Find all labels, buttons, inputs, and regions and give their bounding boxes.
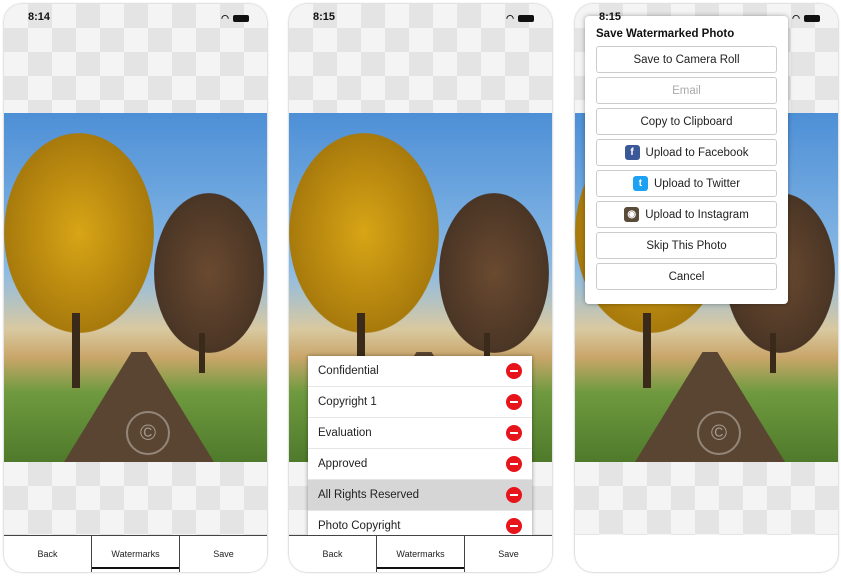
photo: ©	[4, 113, 267, 462]
delete-icon[interactable]	[506, 518, 522, 534]
watermark-item[interactable]: All Rights Reserved	[308, 480, 532, 511]
button-label: Upload to Instagram	[645, 208, 749, 221]
tab-save[interactable]: Save	[465, 536, 552, 572]
watermark-label: Confidential	[318, 365, 379, 377]
delete-icon[interactable]	[506, 363, 522, 379]
phone-screen-3: 8:15 ◠ © Save Watermarked Photo Save to C…	[575, 4, 838, 572]
watermark-list[interactable]: Confidential Copyright 1 Evaluation Approve…	[308, 356, 532, 535]
tab-bar: Back Watermarks Save	[4, 535, 267, 572]
button-label: Upload to Twitter	[653, 177, 741, 190]
watermark-item[interactable]: Approved	[308, 449, 532, 480]
dialog-button[interactable]: Copy to Clipboard	[596, 108, 777, 135]
delete-icon[interactable]	[506, 394, 522, 410]
battery-icon	[804, 14, 820, 22]
instagram-icon: ◉	[624, 207, 640, 222]
delete-icon[interactable]	[506, 425, 522, 441]
status-time: 8:15	[313, 11, 336, 23]
watermark-label: Photo Copyright	[318, 520, 401, 532]
wifi-icon: ◠	[221, 12, 229, 23]
tab-save[interactable]: Save	[180, 536, 267, 572]
watermark-label: Copyright 1	[318, 396, 377, 408]
button-label: Save to Camera Roll	[633, 53, 740, 66]
dialog-button[interactable]: t Upload to Twitter	[596, 170, 777, 197]
dialog-button[interactable]: f Upload to Facebook	[596, 139, 777, 166]
tab-bar: Back Watermarks Save	[289, 535, 552, 572]
watermark-label: All Rights Reserved	[318, 489, 419, 501]
dialog-button[interactable]: Skip This Photo	[596, 232, 777, 259]
delete-icon[interactable]	[506, 487, 522, 503]
dialog-title: Save Watermarked Photo	[596, 28, 735, 40]
watermark-stamp: ©	[126, 411, 170, 455]
button-label: Cancel	[668, 270, 705, 283]
transparent-area	[575, 462, 838, 535]
watermark-label: Evaluation	[318, 427, 372, 439]
transparent-area	[4, 462, 267, 535]
delete-icon[interactable]	[506, 456, 522, 472]
phone-screen-2: 8:15 ◠ © ConfidentialCopyright 1Evaluati…	[289, 4, 552, 572]
twitter-icon: t	[632, 176, 648, 191]
button-label: Copy to Clipboard	[640, 115, 733, 128]
battery-icon	[518, 14, 534, 22]
status-time: 8:15	[599, 11, 622, 23]
status-bar: 8:15 ◠	[599, 11, 820, 25]
tab-back[interactable]: Back	[4, 536, 91, 572]
watermark-label: Approved	[318, 458, 368, 470]
dialog-button[interactable]: ◉ Upload to Instagram	[596, 201, 777, 228]
wifi-icon: ◠	[506, 12, 514, 23]
status-bar: 8:14 ◠	[28, 11, 249, 25]
dialog-button[interactable]: Save to Camera Roll	[596, 46, 777, 73]
watermark-item[interactable]: Copyright 1	[308, 387, 532, 418]
watermark-item[interactable]: Photo Copyright	[308, 511, 532, 535]
dialog-button[interactable]: Cancel	[596, 263, 777, 290]
tab-back[interactable]: Back	[289, 536, 376, 572]
button-label: Skip This Photo	[646, 239, 727, 252]
watermark-item[interactable]: Evaluation	[308, 418, 532, 449]
battery-icon	[233, 14, 249, 22]
watermark-stamp: ©	[697, 411, 741, 455]
watermark-item[interactable]: Confidential	[308, 356, 532, 387]
wifi-icon: ◠	[792, 12, 800, 23]
button-label: Email	[672, 84, 701, 97]
status-bar: 8:15 ◠	[313, 11, 534, 25]
tab-watermarks[interactable]: Watermarks	[91, 536, 180, 572]
tab-watermarks[interactable]: Watermarks	[376, 536, 465, 572]
save-dialog: Save Watermarked Photo Save to Camera Rol…	[585, 16, 788, 304]
phone-screen-1: 8:14 ◠ © Back Watermarks Save	[4, 4, 267, 572]
button-label: Upload to Facebook	[645, 146, 749, 159]
dialog-button[interactable]: Email	[596, 77, 777, 104]
status-time: 8:14	[28, 11, 51, 23]
facebook-icon: f	[624, 145, 640, 160]
